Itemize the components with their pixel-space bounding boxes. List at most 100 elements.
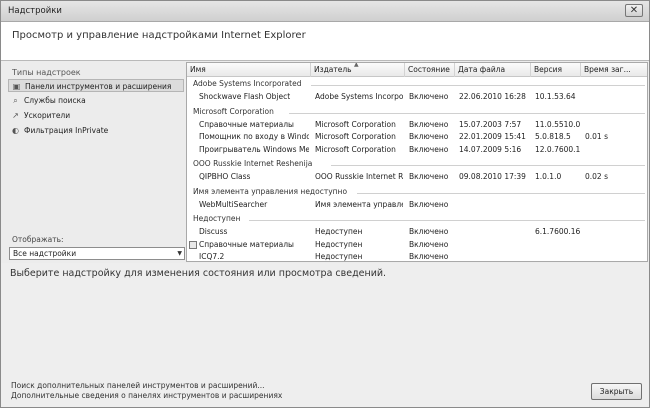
- cell-publisher: Microsoft Corporation: [315, 144, 396, 154]
- addons-window: Надстройки ✕ Просмотр и управление надст…: [0, 0, 650, 408]
- addon-types-pane: Типы надстроек ▣ Панели инструментов и ра…: [4, 62, 185, 261]
- cell-state: Включено: [409, 252, 449, 261]
- show-select-value: Все надстройки: [13, 249, 77, 258]
- cell-time: 0.01 s: [585, 132, 608, 141]
- addon-type-label: Службы поиска: [24, 96, 86, 105]
- footer: Поиск дополнительных панелей инструменто…: [1, 379, 649, 407]
- chevron-down-icon[interactable]: ▼: [177, 248, 182, 259]
- cell-version: 1.0.1.0: [535, 172, 562, 181]
- cell-name: Справочные материалы: [199, 119, 294, 129]
- group-label: Microsoft Corporation: [193, 106, 274, 116]
- group-divider: [331, 165, 645, 166]
- inprivate-icon: ◐: [12, 126, 19, 135]
- column-name[interactable]: Имя: [187, 63, 311, 77]
- addon-row[interactable]: Discuss Недоступен Включено 6.1.7600.16...: [187, 226, 647, 239]
- detail-text: Выберите надстройку для изменения состоя…: [10, 268, 387, 279]
- cell-name: Справочные материалы: [199, 239, 294, 249]
- cell-time: 0.02 s: [585, 172, 608, 181]
- close-icon[interactable]: ✕: [625, 4, 643, 17]
- group-header: OOO Russkie Internet Reshenija: [187, 158, 647, 171]
- sort-indicator-icon: ▲: [354, 62, 359, 68]
- group-label: OOO Russkie Internet Reshenija: [193, 159, 313, 168]
- cell-state: Включено: [409, 239, 449, 249]
- addon-type-item[interactable]: ▣ Панели инструментов и расширения: [8, 79, 184, 92]
- title-bar: Надстройки ✕: [1, 1, 649, 22]
- cell-state: Включено: [409, 132, 449, 141]
- header-text: Просмотр и управление надстройками Inter…: [12, 30, 306, 41]
- addon-type-label: Панели инструментов и расширения: [25, 82, 172, 91]
- cell-version: 5.0.818.5: [535, 132, 571, 141]
- cell-name: Discuss: [199, 227, 228, 236]
- cell-date: 15.07.2003 7:57: [459, 119, 522, 129]
- cell-version: 12.0.7600.1...: [535, 144, 581, 154]
- cell-publisher: Adobe Systems Incorpor...: [315, 92, 403, 101]
- addon-types-label: Типы надстроек: [12, 68, 81, 77]
- cell-state: Включено: [409, 172, 449, 181]
- cell-name: Shockwave Flash Object: [199, 92, 291, 101]
- cell-state: Включено: [409, 199, 449, 209]
- cell-name: Помощник по входу в Windo...: [199, 132, 309, 141]
- cell-version: 10.1.53.64: [535, 92, 576, 101]
- cell-publisher: Недоступен: [315, 227, 363, 236]
- addon-row[interactable]: Проигрыватель Windows Media Microsoft Cor…: [187, 144, 647, 157]
- group-header: Имя элемента управления недоступно: [187, 186, 647, 199]
- cell-name: Проигрыватель Windows Media: [199, 144, 309, 154]
- cell-date: 14.07.2009 5:16: [459, 144, 522, 154]
- search-icon: ⌕: [13, 96, 18, 105]
- learn-more-toolbars-link[interactable]: Дополнительные сведения о панелях инстру…: [11, 391, 282, 400]
- find-more-toolbars-link[interactable]: Поиск дополнительных панелей инструменто…: [11, 381, 265, 390]
- cell-publisher: Microsoft Corporation: [315, 119, 396, 129]
- header-panel: Просмотр и управление надстройками Inter…: [1, 22, 649, 61]
- group-header: Microsoft Corporation: [187, 106, 647, 119]
- column-load-time[interactable]: Время заг...: [581, 63, 647, 77]
- addon-type-item[interactable]: ◐ Фильтрация InPrivate: [8, 124, 184, 137]
- group-label: Недоступен: [193, 214, 241, 223]
- addon-row[interactable]: Помощник по входу в Windo... Microsoft Co…: [187, 131, 647, 144]
- group-divider: [289, 112, 645, 114]
- addon-row[interactable]: QIPBHO Class OOO Russkie Internet Re... Вк…: [187, 171, 647, 184]
- addon-type-item[interactable]: ↗ Ускорители: [8, 109, 184, 122]
- window-title: Надстройки: [8, 6, 62, 16]
- cell-state: Включено: [409, 227, 449, 236]
- cell-publisher: OOO Russkie Internet Re...: [315, 172, 403, 181]
- cell-state: Включено: [409, 119, 449, 129]
- addon-row[interactable]: ICQ7.2 Недоступен Включено: [187, 251, 647, 261]
- reference-icon: [189, 240, 197, 249]
- cell-version: 11.0.5510.0: [535, 119, 581, 129]
- group-divider: [311, 85, 645, 86]
- group-divider: [249, 220, 645, 221]
- addon-type-item[interactable]: ⌕ Службы поиска: [8, 94, 184, 107]
- addon-row[interactable]: Справочные материалы Недоступен Включено: [187, 239, 647, 252]
- toolbar-icon: ▣: [12, 82, 21, 91]
- cell-publisher: Недоступен: [315, 252, 363, 261]
- addon-row[interactable]: Справочные материалы Microsoft Corporatio…: [187, 119, 647, 132]
- accelerator-icon: ↗: [12, 111, 19, 120]
- column-file-date[interactable]: Дата файла: [455, 63, 531, 77]
- cell-publisher: Недоступен: [315, 239, 363, 249]
- cell-date: 09.08.2010 17:39: [459, 172, 526, 181]
- group-header: Недоступен: [187, 213, 647, 226]
- column-version[interactable]: Версия: [531, 63, 581, 77]
- cell-publisher: Microsoft Corporation: [315, 132, 396, 141]
- close-button[interactable]: Закрыть: [591, 383, 642, 400]
- column-state[interactable]: Состояние: [405, 63, 455, 77]
- cell-date: 22.01.2009 15:41: [459, 132, 526, 141]
- addon-type-label: Фильтрация InPrivate: [24, 126, 109, 135]
- show-label: Отображать:: [12, 235, 64, 244]
- cell-publisher: Имя элемента управле...: [315, 199, 403, 209]
- cell-version: 6.1.7600.16...: [535, 227, 581, 236]
- addons-list[interactable]: Имя Издатель Состояние Дата файла Версия…: [186, 62, 648, 262]
- addon-row[interactable]: Shockwave Flash Object Adobe Systems Inco…: [187, 91, 647, 104]
- detail-panel: Выберите надстройку для изменения состоя…: [1, 263, 649, 379]
- group-label: Adobe Systems Incorporated: [193, 79, 302, 88]
- group-header: Adobe Systems Incorporated: [187, 78, 647, 91]
- cell-name: WebMultiSearcher: [199, 199, 268, 209]
- addon-row[interactable]: WebMultiSearcher Имя элемента управле... В…: [187, 199, 647, 212]
- cell-date: 22.06.2010 16:28: [459, 92, 526, 101]
- show-select[interactable]: Все надстройки ▼: [9, 247, 185, 260]
- cell-state: Включено: [409, 144, 449, 154]
- addon-type-label: Ускорители: [24, 111, 71, 120]
- column-header: Имя Издатель Состояние Дата файла Версия…: [187, 62, 647, 77]
- group-label: Имя элемента управления недоступно: [193, 186, 348, 196]
- group-divider: [357, 192, 645, 194]
